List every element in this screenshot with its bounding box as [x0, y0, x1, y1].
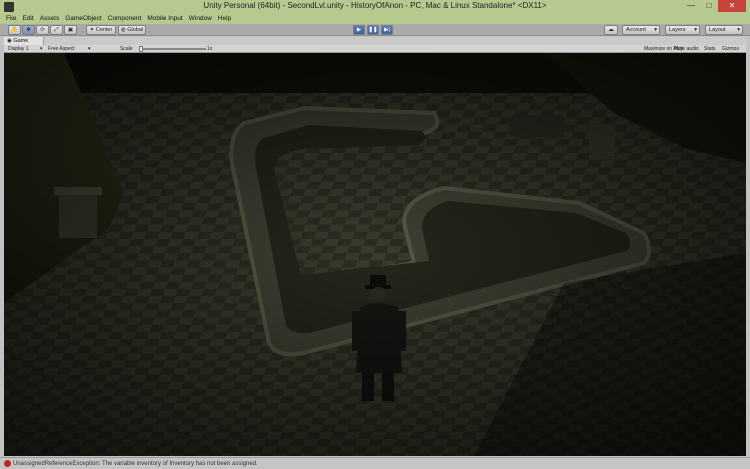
pivot-icon: ✦: [89, 27, 95, 33]
space-label: Global: [127, 27, 144, 33]
pause-button[interactable]: ❚❚: [367, 25, 379, 35]
game-tab-bar: ◉ Game: [4, 37, 746, 45]
aspect-dropdown[interactable]: Free Aspect: [48, 45, 75, 53]
display-dropdown[interactable]: Display 1: [8, 45, 29, 53]
chevron-down-icon: ▾: [654, 27, 657, 33]
console-status-bar[interactable]: UnassignedReferenceException: The variab…: [0, 457, 750, 469]
global-local-toggle[interactable]: ◍ Global: [118, 25, 146, 35]
scale-label: Scale: [120, 46, 133, 52]
move-tool-button[interactable]: ✥: [22, 25, 35, 35]
status-message: UnassignedReferenceException: The variab…: [13, 461, 258, 467]
mute-audio-toggle[interactable]: Mute audio: [674, 45, 699, 53]
menu-component[interactable]: Component: [108, 14, 142, 24]
gizmos-dropdown[interactable]: Gizmos: [722, 45, 739, 53]
unity-editor-window: Unity Personal (64bit) - SecondLvl.unity…: [0, 0, 750, 469]
chevron-down-icon: ▾: [88, 46, 91, 52]
rotate-tool-button[interactable]: ⟳: [36, 25, 49, 35]
chevron-down-icon: ▾: [40, 46, 43, 52]
layout-label: Layout: [709, 27, 726, 33]
layers-label: Layers: [669, 27, 686, 33]
window-title: Unity Personal (64bit) - SecondLvl.unity…: [203, 1, 547, 10]
tab-game[interactable]: ◉ Game: [4, 37, 44, 45]
account-label: Account: [626, 27, 646, 33]
play-button[interactable]: ▶: [353, 25, 365, 35]
step-button[interactable]: ▶|: [381, 25, 393, 35]
menu-gameobject[interactable]: GameObject: [65, 14, 102, 24]
scale-slider-thumb[interactable]: [139, 46, 143, 52]
chevron-down-icon: ▾: [737, 27, 740, 33]
game-scene-render: [4, 53, 746, 456]
game-viewport[interactable]: [4, 53, 746, 456]
pivot-center-toggle[interactable]: ✦ Center: [86, 25, 116, 35]
close-button[interactable]: ✕: [718, 0, 746, 12]
rect-tool-button[interactable]: ▣: [64, 25, 77, 35]
pivot-label: Center: [95, 27, 113, 33]
stats-toggle[interactable]: Stats: [704, 45, 715, 53]
scale-value: 1x: [207, 46, 213, 52]
tab-game-label: Game: [13, 38, 29, 44]
menu-help[interactable]: Help: [218, 14, 231, 24]
menu-mobile-input[interactable]: Mobile Input: [147, 14, 182, 24]
layout-dropdown[interactable]: Layout ▾: [705, 25, 743, 35]
game-controller-icon: ◉: [7, 38, 12, 44]
maximize-button[interactable]: □: [700, 0, 718, 12]
main-toolbar: ✋ ✥ ⟳ ⤢ ▣ ✦ Center ◍ Global ▶ ❚❚ ▶| ☁ Ac…: [0, 24, 750, 36]
minimize-button[interactable]: —: [682, 0, 700, 12]
layers-dropdown[interactable]: Layers ▾: [665, 25, 700, 35]
title-bar: Unity Personal (64bit) - SecondLvl.unity…: [0, 0, 750, 14]
menu-assets[interactable]: Assets: [40, 14, 60, 24]
menu-file[interactable]: File: [6, 14, 16, 24]
error-icon: [4, 460, 11, 467]
game-view-controls: Display 1 ▾ Free Aspect ▾ Scale 1x Maxim…: [4, 45, 746, 53]
account-dropdown[interactable]: Account ▾: [622, 25, 660, 35]
menu-edit[interactable]: Edit: [22, 14, 33, 24]
cloud-button[interactable]: ☁: [604, 25, 618, 35]
chevron-down-icon: ▾: [694, 27, 697, 33]
scale-tool-button[interactable]: ⤢: [50, 25, 63, 35]
menu-window[interactable]: Window: [189, 14, 212, 24]
hand-tool-button[interactable]: ✋: [8, 25, 21, 35]
scale-slider[interactable]: [140, 48, 206, 50]
menu-bar: File Edit Assets GameObject Component Mo…: [0, 14, 750, 24]
globe-icon: ◍: [120, 27, 126, 33]
window-controls: — □ ✕: [682, 0, 746, 12]
